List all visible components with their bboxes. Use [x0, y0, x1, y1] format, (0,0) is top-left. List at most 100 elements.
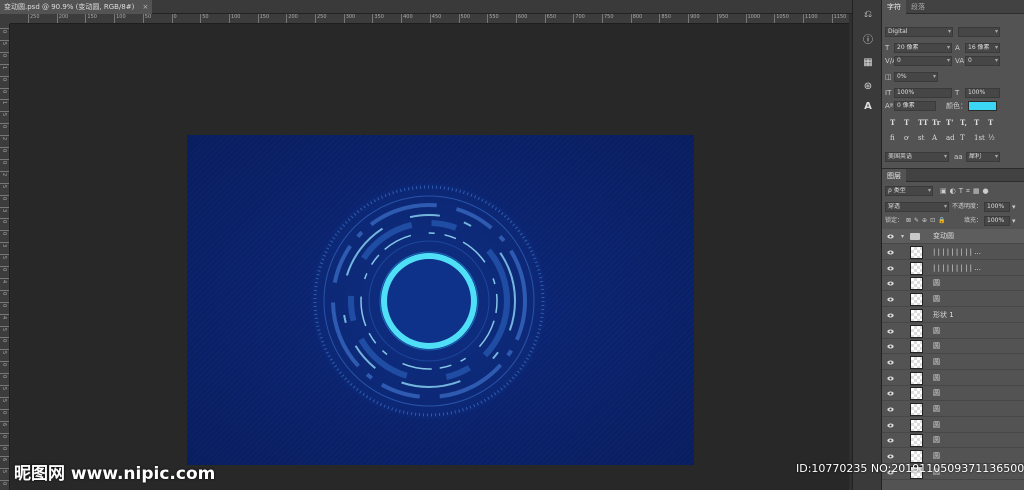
close-icon[interactable]: × [142, 0, 148, 14]
ruler-left-label: 0 [1, 149, 7, 153]
tab-character[interactable]: 字符 [882, 0, 906, 14]
chevron-down-icon[interactable]: ▾ [901, 229, 904, 244]
vertical-scale-field[interactable]: 100% [894, 88, 952, 98]
font-style-button[interactable]: T' [946, 118, 953, 127]
horizontal-scale-field[interactable]: 100% [965, 88, 1000, 98]
eye-icon[interactable] [887, 422, 894, 429]
font-style-button[interactable]: T [988, 118, 993, 127]
font-style-select[interactable]: ▾ [958, 27, 1000, 37]
ruler-left-label: 5 [1, 387, 7, 391]
lock-icons[interactable]: ⊠✎⊕⊡🔒 [906, 216, 949, 226]
opentype-button[interactable]: A [932, 134, 937, 142]
chevron-down-icon[interactable]: ▾ [1012, 216, 1016, 226]
fill-field[interactable]: 100% [984, 216, 1010, 226]
opentype-button[interactable]: st [918, 134, 924, 142]
grid-icon[interactable]: ▦ [861, 56, 875, 70]
opentype-button[interactable]: T [960, 134, 965, 142]
eye-icon[interactable] [887, 249, 894, 256]
tsume-field[interactable]: 0% ▾ [894, 72, 938, 82]
layer-filter-select[interactable]: ρ 类型 ▾ [885, 186, 933, 196]
canvas-area[interactable] [11, 25, 849, 490]
font-style-button[interactable]: TT [918, 118, 928, 127]
layer-name: 形状 1 [933, 310, 954, 319]
eye-icon[interactable] [887, 453, 894, 460]
eye-icon[interactable] [887, 265, 894, 272]
font-style-button[interactable]: T, [960, 118, 967, 127]
layer-row[interactable]: 圆 [882, 402, 1024, 417]
eye-icon[interactable] [887, 375, 894, 382]
font-style-button[interactable]: Tr [932, 118, 940, 127]
layer-row[interactable]: 圆 [882, 355, 1024, 370]
character-icon[interactable]: A [861, 100, 875, 114]
eye-icon[interactable] [887, 312, 894, 319]
baseline-shift-field[interactable]: 0 像素 [894, 101, 936, 111]
leading-field[interactable]: 16 像素 ▾ [965, 43, 1000, 53]
document-tab[interactable]: 变动圆.psd @ 90.9% (变动圆, RGB/8#) × [0, 0, 153, 14]
ruler-top-label: 750 [604, 14, 614, 20]
font-style-button[interactable]: T [974, 118, 979, 127]
opacity-field[interactable]: 100% [984, 202, 1010, 212]
layer-thumbnail [910, 340, 923, 354]
layer-row[interactable]: 圆 [882, 339, 1024, 355]
eye-icon[interactable] [887, 406, 894, 413]
info-icon[interactable]: ⓘ [861, 34, 875, 48]
layer-row[interactable]: 圆 [882, 324, 1024, 339]
ruler-top-label: 150 [87, 14, 97, 20]
character-panel-tabs: 字符 段落 [882, 0, 1024, 14]
ruler-left-label: 0 [1, 363, 7, 367]
opentype-button[interactable]: ơ [904, 134, 908, 142]
text-color-swatch[interactable] [968, 101, 997, 111]
eye-icon[interactable] [887, 359, 894, 366]
eye-icon[interactable] [887, 390, 894, 397]
eye-icon[interactable] [887, 437, 894, 444]
ruler-left-tick: 6 [0, 456, 9, 462]
ruler-left-tick: 0 [0, 289, 9, 295]
tracking-field[interactable]: 0 ▾ [965, 56, 1000, 66]
ruler-left-tick: 5 [0, 468, 9, 473]
ruler-top-tick: 150 [257, 14, 269, 23]
artboard[interactable] [187, 135, 694, 465]
font-style-button[interactable]: T [904, 118, 909, 127]
layer-row[interactable]: 圆 [882, 371, 1024, 386]
eye-icon[interactable] [887, 296, 894, 303]
opentype-button[interactable]: ½ [988, 134, 995, 142]
eye-icon[interactable] [887, 328, 894, 335]
opentype-button[interactable]: 1st [974, 134, 985, 142]
layer-row[interactable]: 圆 [882, 433, 1024, 449]
layer-row[interactable]: 圆 [882, 276, 1024, 292]
layer-row[interactable]: 形状 1 [882, 308, 1024, 323]
history-icon[interactable]: ⎌ [861, 8, 875, 22]
paint-icon[interactable]: ⊛ [861, 80, 875, 94]
kerning-field[interactable]: 0 ▾ [894, 56, 952, 66]
ruler-left-label: 0 [1, 482, 7, 486]
tab-paragraph[interactable]: 段落 [906, 0, 930, 14]
eye-icon[interactable] [887, 233, 894, 240]
opentype-button[interactable]: fi [890, 134, 895, 142]
ruler-top-label: 500 [460, 14, 471, 20]
watermark-site: 昵图网 www.nipic.com [14, 464, 216, 484]
layer-group-row[interactable]: ▾ 变动圆 [882, 229, 1024, 244]
layer-filter-icons[interactable]: ▣◐T⌗▦● [940, 186, 992, 196]
layer-row[interactable]: 圆 [882, 418, 1024, 433]
font-size-field[interactable]: 20 像素 ▾ [894, 43, 952, 53]
tab-layers[interactable]: 图层 [882, 169, 906, 183]
eye-icon[interactable] [887, 343, 894, 350]
layer-row[interactable]: 圆 [882, 386, 1024, 402]
layer-row[interactable]: | | | | | | | | | ... [882, 245, 1024, 260]
font-style-button[interactable]: T [890, 118, 895, 127]
ruler-top-tick: 250 [315, 14, 327, 23]
ruler-top-label: 650 [546, 14, 557, 20]
chevron-down-icon[interactable]: ▾ [1012, 202, 1016, 212]
layer-row[interactable]: 圆 [882, 292, 1024, 308]
blend-mode-select[interactable]: 穿透 ▾ [885, 202, 949, 212]
layer-thumbnail [910, 418, 923, 432]
layer-thumbnail [910, 324, 923, 338]
eye-icon[interactable] [887, 280, 894, 287]
language-select[interactable]: 美国英语 ▾ [885, 152, 949, 162]
ruler-top-label: 1100 [804, 14, 818, 20]
ruler-left-tick: 3 [0, 242, 9, 247]
antialias-select[interactable]: 犀利 ▾ [966, 152, 1000, 162]
font-family-select[interactable]: Digital ▾ [885, 27, 953, 37]
opentype-button[interactable]: ad [946, 134, 955, 142]
layer-row[interactable]: | | | | | | | | | ... [882, 261, 1024, 276]
